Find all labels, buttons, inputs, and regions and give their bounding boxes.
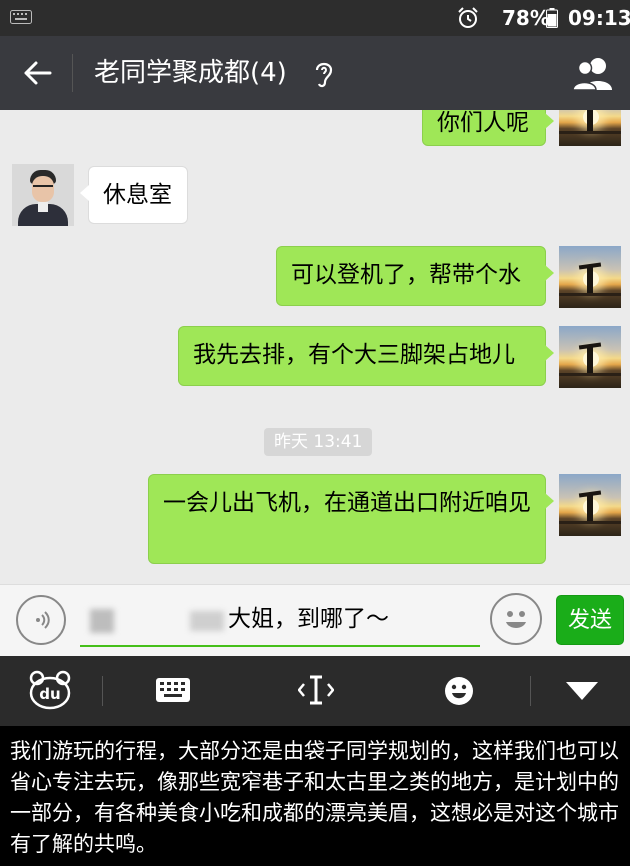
blurred-mention <box>90 609 114 633</box>
message-draft-text: 大姐，到哪了～ <box>228 606 389 632</box>
smiley-icon <box>506 611 526 628</box>
keyboard-icon[interactable] <box>156 678 190 702</box>
send-button[interactable]: 发送 <box>556 595 624 645</box>
message-text: 一会儿出飞机，在通道出口附近咱见 <box>163 490 531 516</box>
header-divider <box>72 54 73 92</box>
keyboard-toolbar: du <box>0 656 630 726</box>
message-text: 你们人呢 <box>437 110 529 136</box>
message-input-bar: 大姐，到哪了～ 发送 <box>0 584 630 656</box>
cursor-icon[interactable] <box>298 674 334 706</box>
message-bubble-outgoing[interactable]: 你们人呢 <box>422 110 554 146</box>
my-avatar[interactable] <box>559 110 621 146</box>
blurred-mention <box>190 611 224 631</box>
message-text: 可以登机了，帮带个水 <box>291 262 521 288</box>
emoji-icon[interactable] <box>444 676 474 706</box>
battery-icon <box>546 8 558 28</box>
article-caption: 我们游玩的行程，大部分还是由袋子同学规划的，这样我们也可以省心专注去玩，像那些宽… <box>0 726 630 866</box>
my-avatar[interactable] <box>559 474 621 536</box>
message-timestamp: 昨天 13:41 <box>264 428 373 456</box>
message-text: 我先去排，有个大三脚架占地儿 <box>193 342 515 368</box>
du-keyboard-logo-icon[interactable]: du <box>28 670 72 710</box>
voice-input-button[interactable] <box>16 595 66 645</box>
voice-icon <box>36 611 50 629</box>
my-avatar[interactable] <box>559 246 621 308</box>
friend-avatar[interactable] <box>12 164 74 226</box>
status-bar: 78% 09:13 <box>0 0 630 36</box>
message-bubble-incoming[interactable]: 休息室 <box>80 166 188 224</box>
battery-percentage: 78% <box>502 6 550 30</box>
group-members-icon[interactable] <box>572 56 614 90</box>
message-bubble-outgoing[interactable]: 一会儿出飞机，在通道出口附近咱见 <box>148 474 554 564</box>
message-list[interactable]: 你们人呢 休息室 可以登机了，帮带个水 我先去排，有个大三脚架占地儿 昨天 13… <box>0 110 630 584</box>
earpiece-mode-icon <box>315 62 333 88</box>
message-input[interactable]: 大姐，到哪了～ <box>80 593 480 647</box>
message-text: 休息室 <box>103 182 172 208</box>
keyboard-status-icon <box>10 10 32 24</box>
chat-title: 老同学聚成都(4) <box>94 58 287 88</box>
message-bubble-outgoing[interactable]: 可以登机了，帮带个水 <box>276 246 554 306</box>
message-bubble-outgoing[interactable]: 我先去排，有个大三脚架占地儿 <box>178 326 554 386</box>
caption-text: 我们游玩的行程，大部分还是由袋子同学规划的，这样我们也可以省心专注去玩，像那些宽… <box>10 739 619 856</box>
emoji-button[interactable] <box>490 593 542 645</box>
back-arrow-icon[interactable] <box>22 58 52 88</box>
chat-header: 老同学聚成都(4) <box>0 36 630 110</box>
collapse-keyboard-icon[interactable] <box>566 682 598 700</box>
alarm-icon <box>458 7 478 28</box>
my-avatar[interactable] <box>559 326 621 388</box>
clock: 09:13 <box>568 6 630 30</box>
svg-text:du: du <box>39 685 60 703</box>
